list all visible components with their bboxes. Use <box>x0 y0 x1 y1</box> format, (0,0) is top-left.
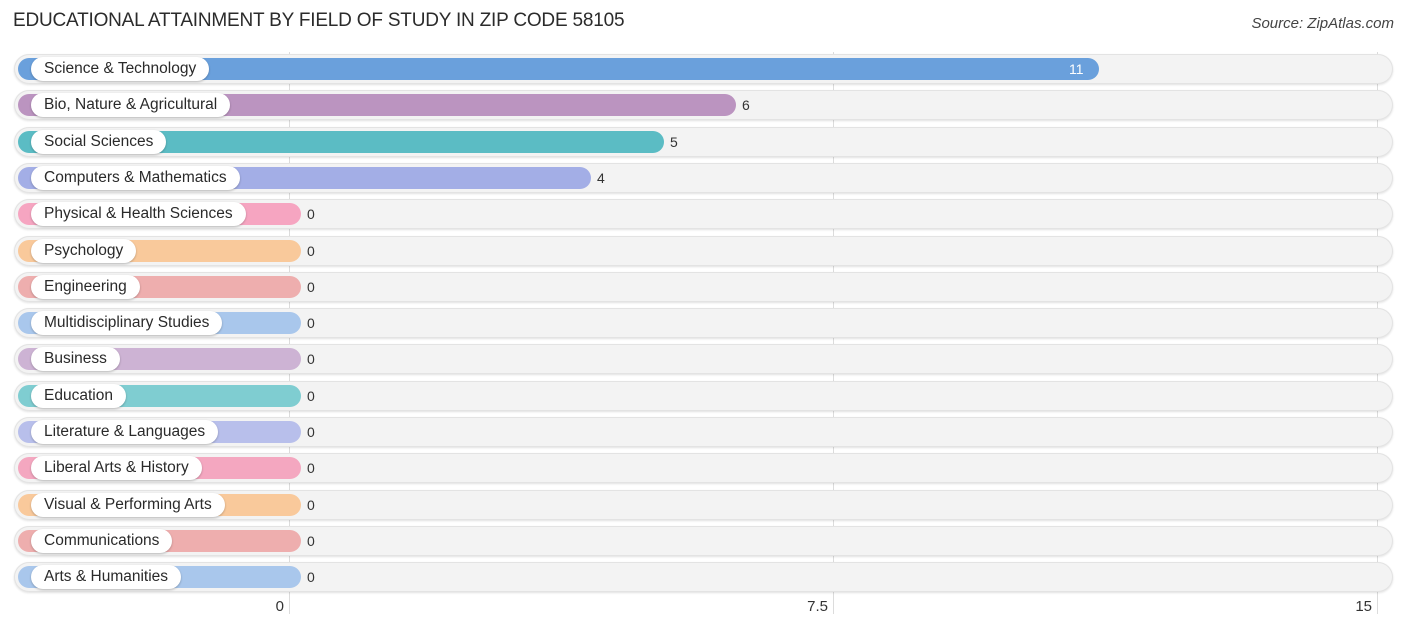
category-label: Arts & Humanities <box>31 565 182 589</box>
category-label: Visual & Performing Arts <box>31 493 225 517</box>
value-label: 0 <box>307 533 315 549</box>
x-tick-label: 7.5 <box>807 598 828 615</box>
value-label: 11 <box>1069 61 1084 77</box>
category-label: Engineering <box>31 275 140 299</box>
category-label: Psychology <box>31 239 137 263</box>
category-label: Physical & Health Sciences <box>31 202 246 226</box>
value-label: 0 <box>307 424 315 440</box>
category-label: Social Sciences <box>31 130 167 154</box>
value-label: 0 <box>307 388 315 404</box>
category-label: Multidisciplinary Studies <box>31 311 223 335</box>
x-tick-label: 15 <box>1355 598 1372 615</box>
value-label: 0 <box>307 206 315 222</box>
bar-chart: 0 7.5 15 Science & Technology 11 Bio, Nature … <box>0 0 1406 631</box>
value-label: 6 <box>742 97 750 113</box>
category-label: Communications <box>31 529 173 553</box>
value-label: 4 <box>597 170 605 186</box>
value-label: 0 <box>307 279 315 295</box>
x-tick-label: 0 <box>275 598 284 615</box>
category-label: Computers & Mathematics <box>31 166 240 190</box>
category-label: Education <box>31 384 126 408</box>
category-label: Bio, Nature & Agricultural <box>31 93 231 117</box>
value-label: 0 <box>307 243 315 259</box>
category-label: Literature & Languages <box>31 420 219 444</box>
value-label: 0 <box>307 569 315 585</box>
value-label: 0 <box>307 460 315 476</box>
value-label: 0 <box>307 315 315 331</box>
category-label: Science & Technology <box>31 57 210 81</box>
category-label: Business <box>31 347 120 371</box>
category-label: Liberal Arts & History <box>31 456 202 480</box>
value-label: 0 <box>307 351 315 367</box>
value-label: 0 <box>307 497 315 513</box>
value-label: 5 <box>670 134 678 150</box>
